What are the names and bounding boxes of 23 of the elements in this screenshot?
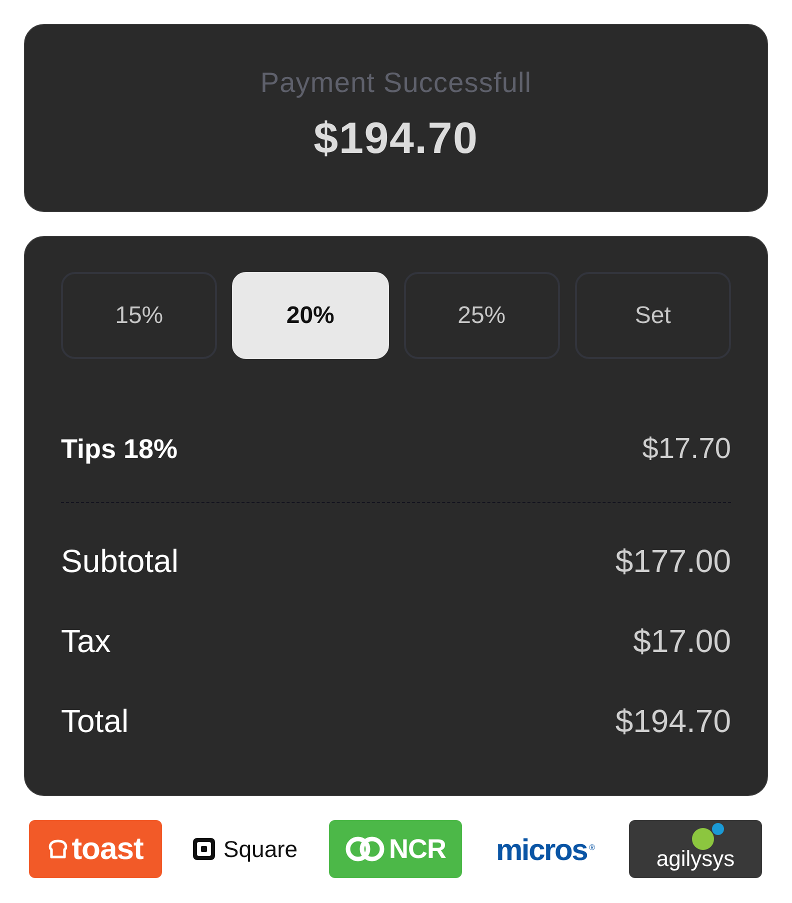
logo-mark-icon: [690, 823, 724, 851]
summary-label: Total: [61, 702, 129, 740]
logo-text: Square: [223, 835, 298, 863]
summary-amount: $17.00: [633, 622, 731, 660]
logo-text: toast: [72, 831, 144, 867]
square-icon: [193, 838, 216, 860]
logo-text: agilysys: [656, 847, 735, 871]
tip-label: Tips 18%: [61, 434, 178, 464]
summary-label: Tax: [61, 622, 111, 660]
summary-amount: $177.00: [615, 542, 731, 580]
logo-text: NCR: [389, 833, 446, 865]
tip-option-button[interactable]: 20%: [232, 272, 388, 359]
tip-option-button[interactable]: Set: [574, 272, 731, 359]
status-title: Payment Successfull: [260, 66, 532, 100]
tip-option-button[interactable]: 25%: [404, 272, 560, 359]
logo-text: micros$^{®}$: [496, 832, 596, 868]
tip-amount: $17.70: [642, 432, 731, 466]
summary-label: Subtotal: [61, 542, 178, 580]
bread-icon: [48, 838, 68, 860]
total-amount: $194.70: [314, 114, 478, 164]
summary-amount: $194.70: [615, 702, 731, 740]
tip-option-button[interactable]: 15%: [61, 272, 218, 359]
rings-icon: [345, 835, 385, 863]
